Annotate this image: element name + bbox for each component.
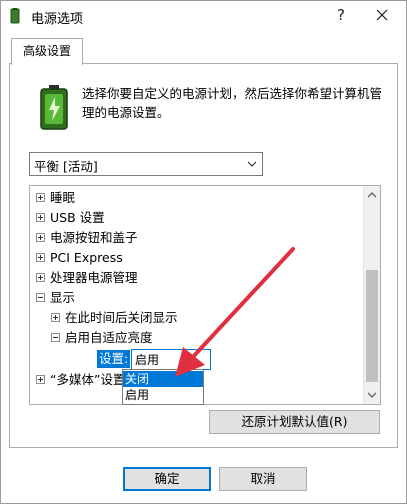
expand-icon[interactable] <box>36 213 45 222</box>
collapse-icon[interactable] <box>51 333 60 342</box>
power-options-dialog: 电源选项 ? 高级设置 选择你要自定义的电源计划，然后选择你希望计算机管理的电源… <box>0 0 407 504</box>
tab-advanced-settings[interactable]: 高级设置 <box>11 38 83 65</box>
setting-dropdown-list[interactable]: 关闭 启用 <box>122 369 204 405</box>
help-button[interactable]: ? <box>331 5 351 25</box>
tree-item-label: 启用自适应亮度 <box>65 330 153 345</box>
tree-scrollbar[interactable] <box>363 186 380 404</box>
dropdown-option-off[interactable]: 关闭 <box>123 371 203 387</box>
ok-button[interactable]: 确定 <box>123 467 211 491</box>
power-plan-value: 平衡 [活动] <box>34 159 98 174</box>
scroll-up-icon[interactable] <box>367 190 377 200</box>
tree-item-label: 在此时间后关闭显示 <box>65 310 178 325</box>
expand-icon[interactable] <box>36 253 45 262</box>
tree-item-label: USB 设置 <box>50 210 105 225</box>
scroll-thumb[interactable] <box>366 270 378 382</box>
collapse-icon[interactable] <box>36 293 45 302</box>
expand-icon[interactable] <box>36 273 45 282</box>
tree-item-label: “多媒体”设置 <box>50 372 126 387</box>
setting-value: 启用 <box>135 353 160 367</box>
tree-item-label: 显示 <box>50 290 76 305</box>
scroll-down-icon[interactable] <box>367 390 377 400</box>
close-icon[interactable] <box>371 4 393 26</box>
dropdown-option-on[interactable]: 启用 <box>123 387 203 403</box>
expand-icon[interactable] <box>51 313 60 322</box>
tree-item-label: PCI Express <box>50 250 123 265</box>
tree-item-label: 睡眠 <box>50 190 76 205</box>
tree-item-label: 电源按钮和盖子 <box>50 230 138 245</box>
tab-strip: 高级设置 <box>9 38 398 65</box>
chevron-down-icon <box>247 161 257 167</box>
title-bar: 电源选项 ? <box>1 1 406 31</box>
window-title: 电源选项 <box>31 12 84 27</box>
power-plan-select[interactable]: 平衡 [活动] <box>29 152 263 176</box>
restore-defaults-button[interactable]: 还原计划默认值(R) <box>209 410 380 434</box>
tree-item-label: 处理器电源管理 <box>50 270 138 285</box>
settings-tree[interactable]: 睡眠 USB 设置 电源按钮和盖子 PCI Express 处理器电源管理 显示 <box>29 185 381 405</box>
expand-icon[interactable] <box>36 233 45 242</box>
plan-description: 选择你要自定义的电源计划，然后选择你希望计算机管理的电源设置。 <box>82 86 383 120</box>
power-plan-icon <box>10 8 20 24</box>
expand-icon[interactable] <box>36 375 45 384</box>
setting-value-combo[interactable]: 启用 <box>131 349 211 370</box>
expand-icon[interactable] <box>36 193 45 202</box>
battery-icon <box>40 85 68 130</box>
setting-label: 设置: <box>97 350 131 368</box>
cancel-button[interactable]: 取消 <box>219 467 307 491</box>
